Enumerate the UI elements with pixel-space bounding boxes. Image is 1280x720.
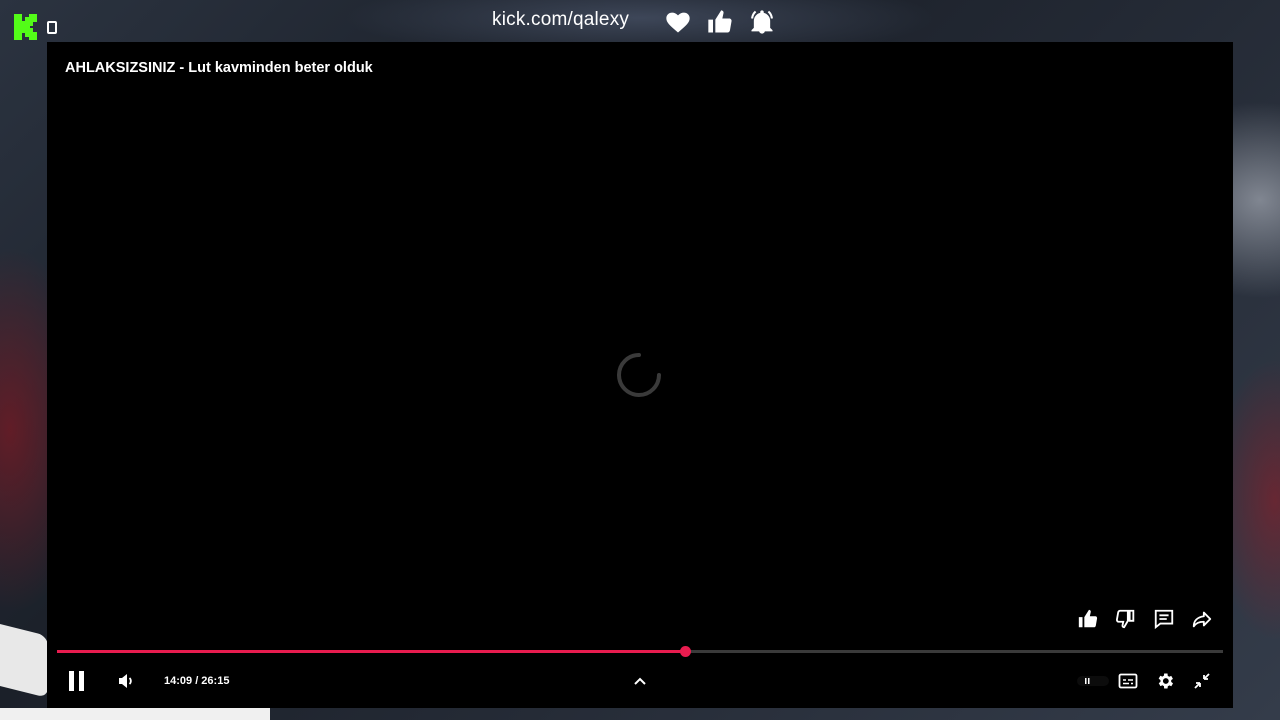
video-title: AHLAKSIZSINIZ - Lut kavminden beter oldu…: [65, 60, 373, 76]
background-sticker: [0, 624, 48, 698]
square-icon: [47, 21, 57, 34]
background-strip: [0, 708, 270, 720]
comments-icon[interactable]: [1153, 608, 1175, 630]
chevron-up-icon[interactable]: [632, 673, 648, 689]
video-player[interactable]: AHLAKSIZSINIZ - Lut kavminden beter oldu…: [47, 42, 1233, 708]
time-display: 14:09 / 26:15: [164, 675, 230, 687]
kick-logo: [14, 14, 37, 40]
settings-icon[interactable]: [1155, 671, 1175, 691]
share-icon[interactable]: [1191, 608, 1213, 630]
channel-url: kick.com/qalexy: [492, 9, 630, 30]
loading-spinner-icon: [617, 353, 661, 397]
exit-fullscreen-icon[interactable]: [1193, 672, 1211, 690]
heart-icon: [666, 12, 690, 33]
dislike-icon[interactable]: [1115, 608, 1137, 630]
volume-icon[interactable]: [117, 672, 135, 690]
captions-icon[interactable]: [1118, 671, 1138, 691]
progress-bar[interactable]: [57, 646, 1223, 657]
player-controls: 14:09 / 26:15: [47, 664, 1233, 700]
autoplay-toggle[interactable]: [1075, 673, 1111, 689]
progress-played: [57, 650, 686, 653]
progress-scrubber[interactable]: [680, 646, 692, 657]
bell-icon: [751, 10, 773, 34]
pause-icon[interactable]: [67, 670, 87, 692]
stream-overlay-bar: kick.com/qalexy: [0, 0, 1280, 42]
thumbs-up-icon: [708, 10, 732, 33]
video-actions: [1077, 608, 1213, 630]
like-icon[interactable]: [1077, 608, 1099, 630]
